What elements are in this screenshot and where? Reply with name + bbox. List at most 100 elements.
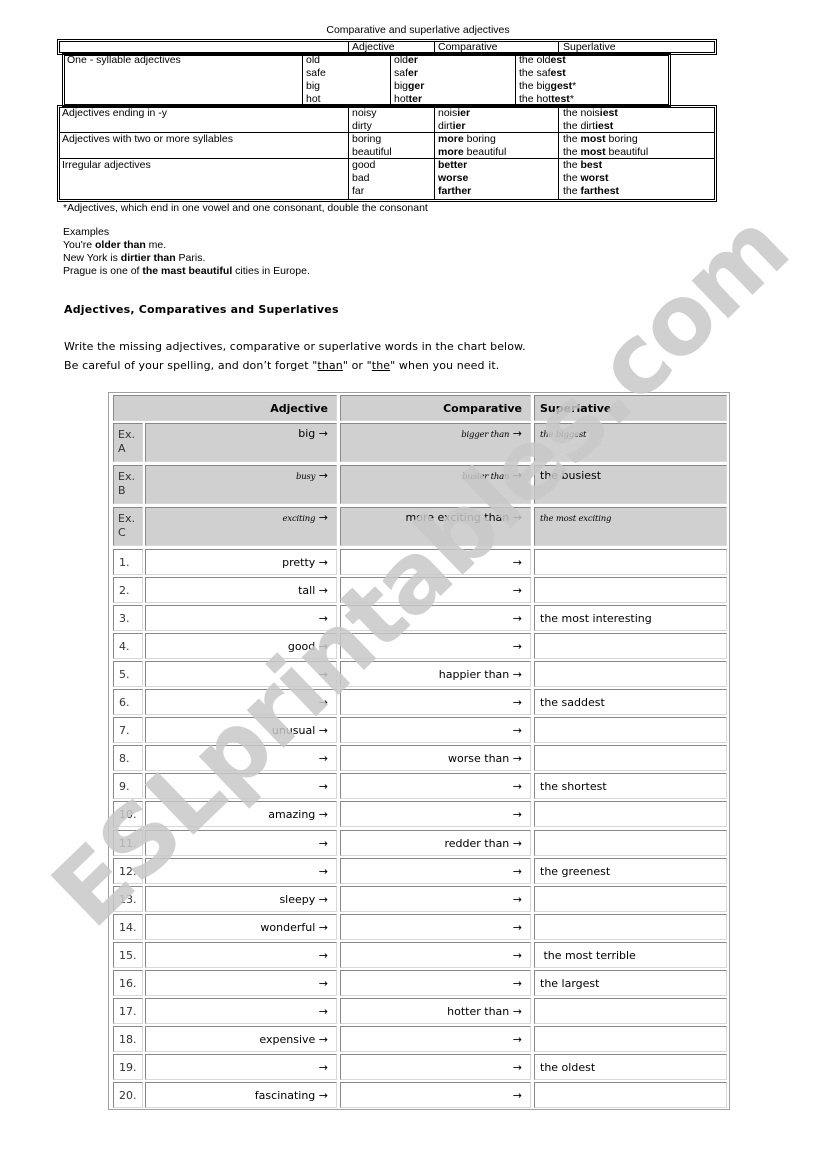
row-number-text: 12. [119,865,137,878]
arrow-icon: → [315,893,328,906]
comparative-answer-cell[interactable]: → [340,717,531,743]
row-number-text: 18. [119,1033,137,1046]
adjective-answer-cell[interactable]: → [145,830,337,856]
example-comparative-text: more exciting than [405,511,510,524]
superlative-answer-cell[interactable] [534,745,727,771]
adjective-answer-cell[interactable]: → [145,858,337,884]
divider [348,41,349,53]
superlative-answer-cell[interactable]: the most terrible [534,942,727,968]
comparative-answer-cell[interactable]: → [340,1082,531,1108]
comparative-text: redder than [444,837,510,850]
adjective-text: unusual [271,724,316,737]
header-superlative: Superlative [534,395,727,421]
arrow-icon: → [512,640,522,653]
arrow-icon: → [509,511,522,524]
adjective-answer-cell[interactable]: good → [145,633,337,659]
superlative-answer-cell[interactable]: the saddest [534,689,727,715]
arrow-icon: → [315,511,328,524]
adjective-answer-cell[interactable]: → [145,1054,337,1080]
adjective-answer-cell[interactable]: pretty → [145,549,337,575]
arrow-icon: → [315,724,328,737]
row-number: 15. [113,942,143,968]
group-category: Adjectives with two or more syllables [62,133,233,145]
adjective-text: pretty [282,556,316,569]
comparative-answer-cell[interactable]: worse than → [340,745,531,771]
row-number-text: 15. [119,949,137,962]
comparative-answer-cell[interactable]: → [340,1054,531,1080]
example-adjective-text: exciting [282,514,316,524]
comparative-answer-cell[interactable]: → [340,549,531,575]
row-number-text: 8. [119,752,130,765]
comparative-answer-cell[interactable]: → [340,914,531,940]
adjective-answer-cell[interactable]: → [145,745,337,771]
superlative-answer-cell[interactable] [534,577,727,603]
arrow-icon: → [315,556,328,569]
adjective-answer-cell[interactable]: tall → [145,577,337,603]
comparative-answer-cell[interactable]: → [340,633,531,659]
superlative-answer-cell[interactable] [534,886,727,912]
footnote: *Adjectives, which end in one vowel and … [63,202,428,214]
adjective-answer-cell[interactable]: fascinating → [145,1082,337,1108]
row-number-text: 6. [119,696,130,709]
superlative-answer-cell[interactable] [534,830,727,856]
superlative-answer-cell[interactable] [534,914,727,940]
comparative-answer-cell[interactable]: → [340,801,531,827]
arrow-icon: → [318,612,328,625]
superlative-answer-cell[interactable] [534,1082,727,1108]
superlative-answer-cell[interactable]: the greenest [534,858,727,884]
header-label: Superlative [540,402,612,415]
adjective-answer-cell[interactable]: expensive → [145,1026,337,1052]
adjective-answer-cell[interactable]: → [145,773,337,799]
row-number: 16. [113,970,143,996]
adjective-answer-cell[interactable]: → [145,942,337,968]
arrow-icon: → [509,752,522,765]
superlative-answer-cell[interactable] [534,661,727,687]
adjective-answer-cell[interactable]: amazing → [145,801,337,827]
superlative-answer-cell[interactable] [534,549,727,575]
comparative-answer-cell[interactable]: redder than → [340,830,531,856]
adjective-answer-cell[interactable]: wonderful → [145,914,337,940]
row-number: 11. [113,830,143,856]
example-adjective: busy → [145,465,337,504]
superlative-answer-cell[interactable] [534,633,727,659]
example-label-text: Ex. A [118,428,135,455]
arrow-icon: → [318,949,328,962]
comparative-answer-cell[interactable]: → [340,773,531,799]
adjective-answer-cell[interactable]: → [145,970,337,996]
comparative-answer-cell[interactable]: → [340,605,531,631]
arrow-icon: → [318,1061,328,1074]
adjective-answer-cell[interactable]: sleepy → [145,886,337,912]
superlative-answer-cell[interactable]: the largest [534,970,727,996]
superlative-answer-cell[interactable]: the oldest [534,1054,727,1080]
comparative-answer-cell[interactable]: → [340,577,531,603]
superlative-answer-cell[interactable] [534,717,727,743]
superlative-answer-cell[interactable] [534,998,727,1024]
comparative-answer-cell[interactable]: happier than → [340,661,531,687]
superlative-answer-cell[interactable] [534,801,727,827]
comparative-answer-cell[interactable]: hotter than → [340,998,531,1024]
comparative-answer-cell[interactable]: → [340,1026,531,1052]
row-number-text: 11. [119,837,137,850]
adjective-answer-cell[interactable]: → [145,661,337,687]
adjective-answer-cell[interactable]: → [145,605,337,631]
row-number-text: 5. [119,668,130,681]
adjective-answer-cell[interactable]: unusual → [145,717,337,743]
comparative-answer-cell[interactable]: → [340,942,531,968]
arrow-icon: → [509,427,522,440]
comparative-answer-cell[interactable]: → [340,970,531,996]
superlative-answer-cell[interactable] [534,1026,727,1052]
group-category: One - syllable adjectives [67,54,181,66]
row-number: 2. [113,577,143,603]
row-number: 20. [113,1082,143,1108]
adjective-answer-cell[interactable]: → [145,998,337,1024]
comparative-answer-cell[interactable]: → [340,886,531,912]
superlative-answer-cell[interactable]: the most interesting [534,605,727,631]
comparative-answer-cell[interactable]: → [340,689,531,715]
superlative-text: the oldest [540,1061,596,1074]
group-adjectives: old safe big hot [306,54,326,105]
comparative-answer-cell[interactable]: → [340,858,531,884]
group-superlatives: the best the worst the farthest [563,159,620,197]
adjective-answer-cell[interactable]: → [145,689,337,715]
adjective-text: expensive [259,1033,316,1046]
superlative-answer-cell[interactable]: the shortest [534,773,727,799]
